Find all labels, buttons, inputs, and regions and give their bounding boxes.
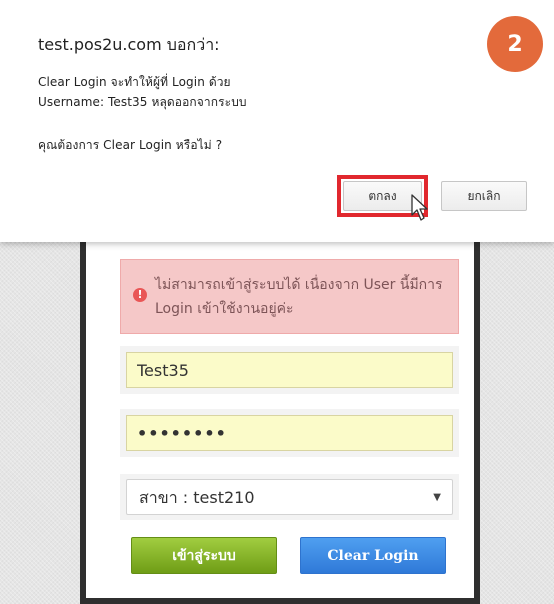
login-button[interactable]: เข้าสู่ระบบ [131,537,277,574]
dialog-question: คุณต้องการ Clear Login หรือไม่ ? [38,138,223,152]
password-input[interactable] [126,415,453,451]
login-panel: ! ไม่สามารถเข้าสู่ระบบได้ เนื่องจาก User… [80,231,480,604]
exclamation-circle-icon: ! [133,288,147,302]
branch-select-container: สาขา : test210 ▼ [120,474,459,520]
dialog-message-line-1: Clear Login จะทำให้ผู้ที่ Login ด้วย [38,75,231,89]
password-field-container [120,409,459,457]
username-input[interactable] [126,352,453,388]
login-error-message: ไม่สามารถเข้าสู่ระบบได้ เนื่องจาก User น… [155,277,443,317]
cancel-button[interactable]: ยกเลิก [441,181,527,211]
dialog-title: test.pos2u.com บอกว่า: [38,35,220,54]
screenshot-page: test.pos2u.com บอกว่า: Clear Login จะทำใ… [0,0,554,604]
confirm-dialog: test.pos2u.com บอกว่า: Clear Login จะทำใ… [0,0,554,242]
mouse-pointer-icon [411,194,428,221]
dialog-message-line-2: Username: Test35 หลุดออกจากระบบ [38,95,247,109]
clear-login-button[interactable]: Clear Login [300,537,446,574]
login-error-alert: ! ไม่สามารถเข้าสู่ระบบได้ เนื่องจาก User… [120,259,459,334]
branch-select[interactable]: สาขา : test210 [126,479,453,515]
step-number-badge: 2 [487,16,543,72]
username-field-container [120,346,459,394]
